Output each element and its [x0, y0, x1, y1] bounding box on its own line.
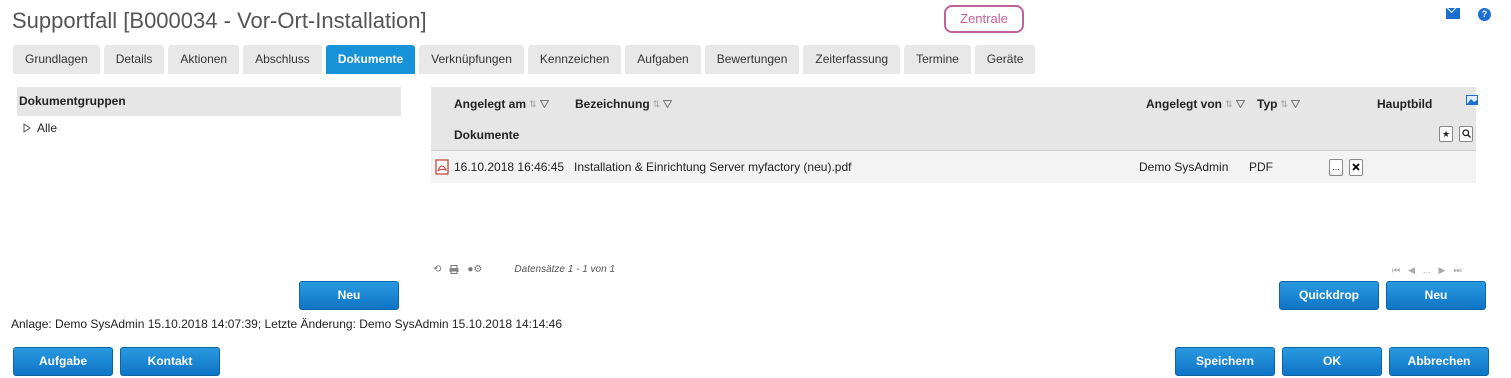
- page-title: Supportfall [B000034 - Vor-Ort-Installat…: [12, 8, 427, 33]
- tab-termine[interactable]: Termine: [904, 45, 971, 74]
- new-group-button[interactable]: Neu: [299, 281, 399, 310]
- grid-header: Angelegt am ⇅ Bezeichnung ⇅ Angelegt von…: [431, 87, 1478, 151]
- tab-bewertungen[interactable]: Bewertungen: [704, 45, 800, 74]
- expand-triangle-icon[interactable]: [23, 123, 31, 133]
- search-icon: [1461, 129, 1471, 139]
- table-row[interactable]: 16.10.2018 16:46:45 Installation & Einri…: [431, 151, 1476, 183]
- location-badge[interactable]: Zentrale: [944, 5, 1024, 33]
- sort-icon[interactable]: ⇅: [1280, 99, 1288, 110]
- tab-abschluss[interactable]: Abschluss: [243, 45, 322, 74]
- next-page-icon[interactable]: ▶: [1439, 265, 1446, 276]
- ok-button[interactable]: OK: [1282, 347, 1382, 376]
- tab-dokumente[interactable]: Dokumente: [325, 45, 416, 74]
- quickdrop-button[interactable]: Quickdrop: [1279, 281, 1379, 310]
- column-type[interactable]: Typ ⇅: [1257, 97, 1300, 111]
- cell-type: PDF: [1249, 160, 1273, 174]
- cell-created-at: 16.10.2018 16:46:45: [454, 160, 565, 174]
- filter-icon[interactable]: [663, 100, 673, 108]
- delete-button[interactable]: [1349, 159, 1363, 176]
- document-groups-panel: Dokumentgruppen Alle: [17, 87, 401, 135]
- mail-icon[interactable]: [1446, 8, 1460, 19]
- group-label: Dokumente: [454, 128, 520, 142]
- tab-bar: Grundlagen Details Aktionen Abschluss Do…: [13, 45, 1036, 74]
- pager-info: Datensätze 1 - 1 von 1: [514, 264, 616, 275]
- column-created-at[interactable]: Angelegt am ⇅: [454, 97, 549, 111]
- cell-name[interactable]: Installation & Einrichtung Server myfact…: [574, 160, 851, 174]
- pager-controls: ⏮ ◀ ... ▶ ⏭: [1392, 265, 1462, 276]
- first-page-icon[interactable]: ⏮: [1392, 265, 1400, 276]
- tree-item-all[interactable]: Alle: [17, 116, 401, 135]
- sort-icon[interactable]: ⇅: [1225, 99, 1233, 110]
- image-icon[interactable]: [1466, 95, 1478, 105]
- tree-item-label: Alle: [37, 121, 58, 135]
- sort-icon[interactable]: ⇅: [529, 99, 537, 110]
- documents-grid: Angelegt am ⇅ Bezeichnung ⇅ Angelegt von…: [431, 87, 1478, 183]
- filter-icon[interactable]: [1235, 100, 1245, 108]
- filter-icon[interactable]: [539, 100, 549, 108]
- settings-icon[interactable]: ●⚙: [467, 264, 482, 275]
- tab-aktionen[interactable]: Aktionen: [168, 45, 240, 74]
- document-groups-header: Dokumentgruppen: [17, 87, 401, 116]
- tab-zeiterfassung[interactable]: Zeiterfassung: [803, 45, 901, 74]
- task-button[interactable]: Aufgabe: [13, 347, 113, 376]
- print-icon[interactable]: [449, 265, 459, 274]
- help-icon[interactable]: ?: [1478, 8, 1491, 21]
- column-main-image[interactable]: Hauptbild: [1377, 97, 1432, 111]
- sort-icon[interactable]: ⇅: [653, 99, 661, 110]
- cell-created-by: Demo SysAdmin: [1139, 160, 1229, 174]
- last-page-icon[interactable]: ⏭: [1453, 265, 1461, 276]
- record-meta: Anlage: Demo SysAdmin 15.10.2018 14:07:3…: [11, 317, 563, 331]
- refresh-icon[interactable]: ⟲: [433, 264, 441, 275]
- page-dots: ...: [1423, 265, 1431, 275]
- more-options-button[interactable]: ...: [1329, 159, 1343, 176]
- tab-verknuepfungen[interactable]: Verknüpfungen: [419, 45, 524, 74]
- contact-button[interactable]: Kontakt: [120, 347, 220, 376]
- new-document-button[interactable]: Neu: [1386, 281, 1486, 310]
- tab-kennzeichen[interactable]: Kennzeichen: [527, 45, 622, 74]
- close-icon: [1352, 163, 1360, 171]
- tab-geraete[interactable]: Geräte: [974, 45, 1036, 74]
- tab-details[interactable]: Details: [103, 45, 165, 74]
- previous-page-icon[interactable]: ◀: [1408, 265, 1415, 276]
- column-created-by[interactable]: Angelegt von ⇅: [1146, 97, 1245, 111]
- tab-aufgaben[interactable]: Aufgaben: [625, 45, 701, 74]
- pdf-file-icon: [435, 159, 449, 175]
- filter-icon[interactable]: [1291, 100, 1300, 108]
- favorite-star-button[interactable]: ★: [1439, 126, 1453, 142]
- column-name[interactable]: Bezeichnung ⇅: [575, 97, 673, 111]
- tab-grundlagen[interactable]: Grundlagen: [13, 45, 100, 74]
- search-button[interactable]: [1459, 126, 1473, 142]
- save-button[interactable]: Speichern: [1175, 347, 1275, 376]
- grid-toolbar: ⟲ ●⚙ Datensätze 1 - 1 von 1: [433, 264, 615, 275]
- cancel-button[interactable]: Abbrechen: [1389, 347, 1489, 376]
